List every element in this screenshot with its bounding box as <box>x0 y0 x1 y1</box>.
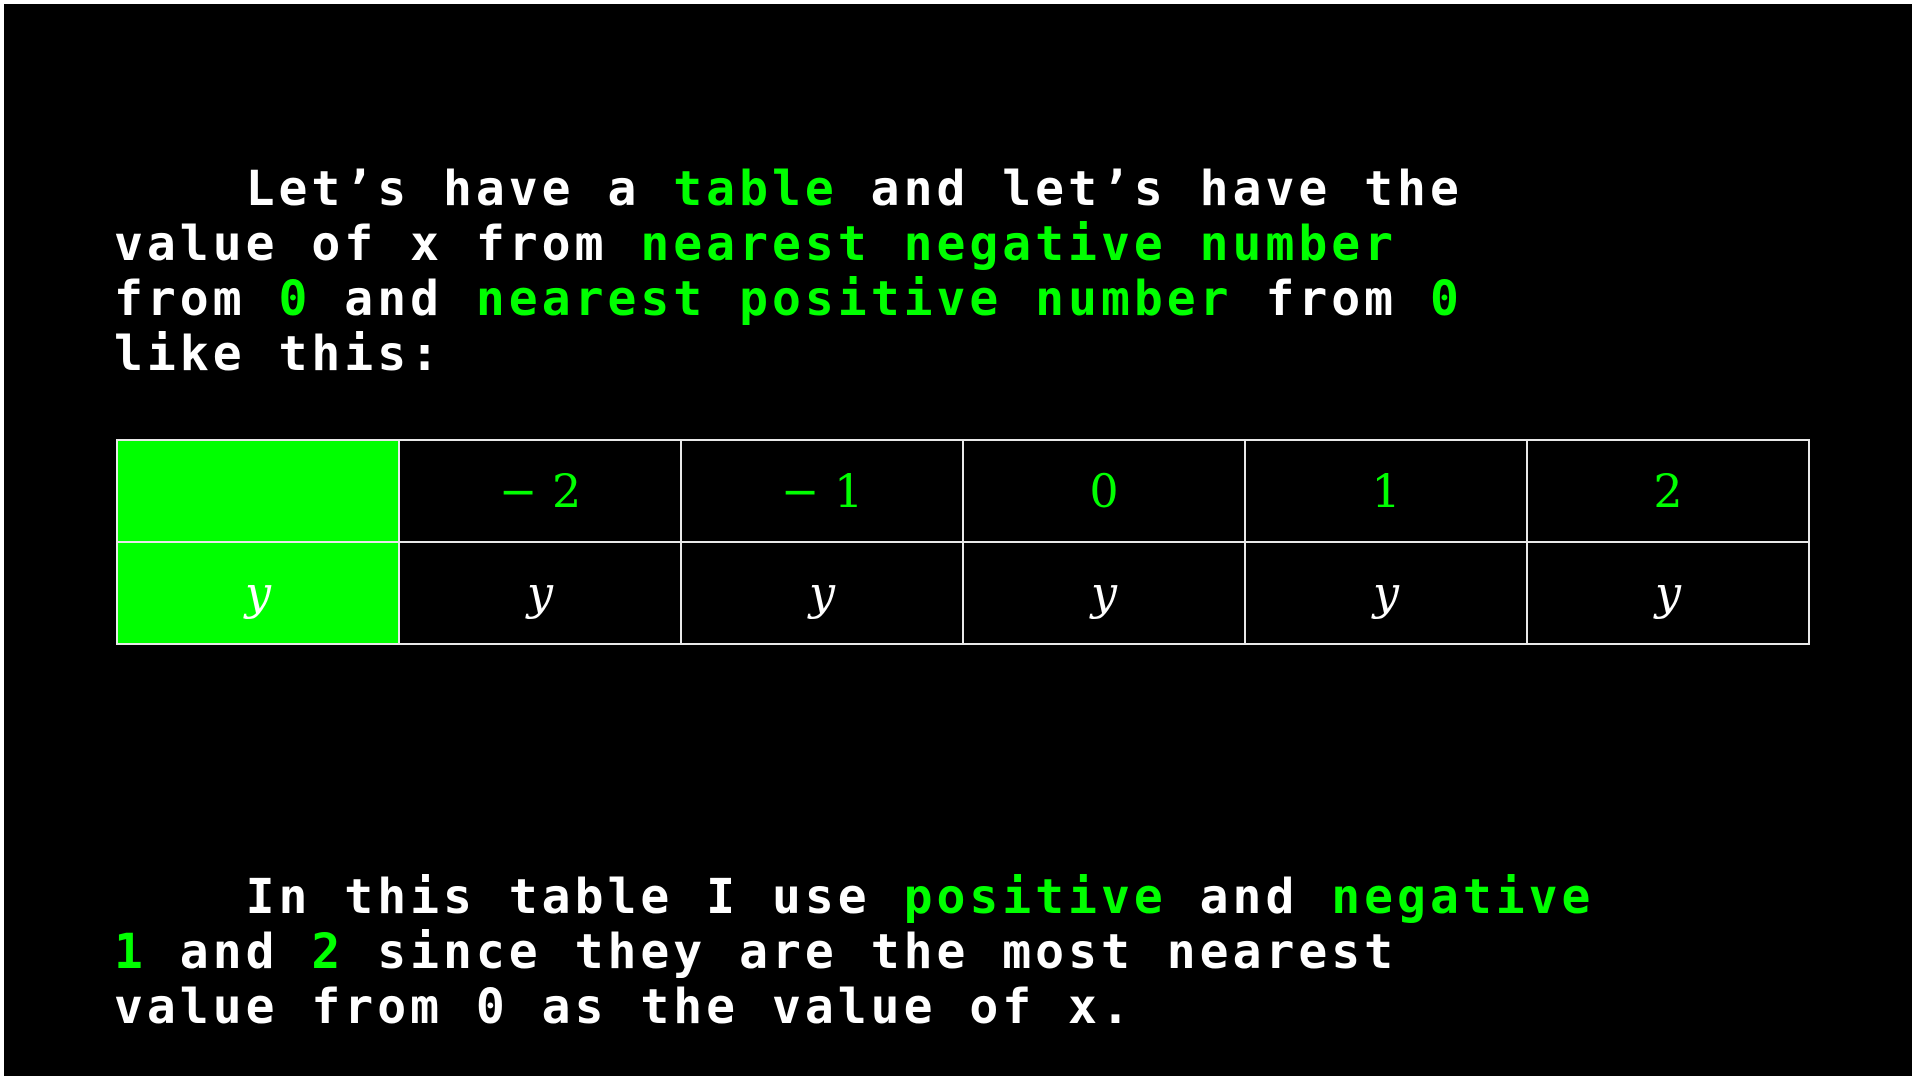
xy-table: x − 2 − 1 0 1 2 y y y y y y <box>116 439 1810 645</box>
intro-text-segment: from <box>1232 271 1430 327</box>
y-value-cell: y <box>680 541 964 645</box>
slide: Let’s have a table and let’s have the va… <box>4 4 1912 1076</box>
intro-text-segment: from <box>114 271 246 327</box>
explanation-text-segment: and <box>1166 869 1332 925</box>
y-row: y y y y y y <box>116 541 1810 645</box>
x-value-cell: 1 <box>1244 439 1528 543</box>
intro-highlight-table: table <box>673 161 838 217</box>
x-value-cell: 0 <box>962 439 1246 543</box>
y-value-cell: y <box>1526 541 1810 645</box>
intro-paragraph: Let’s have a table and let’s have the va… <box>114 107 1814 437</box>
intro-text-segment: like this: <box>114 326 443 382</box>
intro-text-segment: and <box>311 271 476 327</box>
intro-highlight-nearest-positive: nearest positive number <box>475 271 1233 327</box>
explanation-text-segment: In this table I use <box>245 869 904 925</box>
x-value-cell: − 1 <box>680 439 964 543</box>
x-row: x − 2 − 1 0 1 2 <box>116 439 1810 543</box>
y-value-cell: y <box>398 541 682 645</box>
explanation-highlight-negative: negative <box>1331 869 1595 925</box>
y-value-cell: y <box>962 541 1246 645</box>
explanation-highlight-one: 1 <box>114 924 147 980</box>
x-header-cell: x <box>116 439 400 543</box>
explanation-highlight-positive: positive <box>903 869 1167 925</box>
explanation-highlight-two: 2 <box>311 924 345 980</box>
explanation-text-segment: and <box>146 924 312 980</box>
x-value-cell: − 2 <box>398 439 682 543</box>
intro-highlight-zero: 0 <box>1429 271 1463 327</box>
x-value-cell: 2 <box>1526 439 1810 543</box>
intro-highlight-nearest-negative: nearest negative number <box>640 216 1398 272</box>
explanation-paragraph: In this table I use positive and negativ… <box>114 815 1814 1076</box>
intro-highlight-zero: 0 <box>278 271 312 327</box>
y-header-cell: y <box>116 541 400 645</box>
y-value-cell: y <box>1244 541 1528 645</box>
intro-text-segment: Let’s have a <box>245 161 674 217</box>
